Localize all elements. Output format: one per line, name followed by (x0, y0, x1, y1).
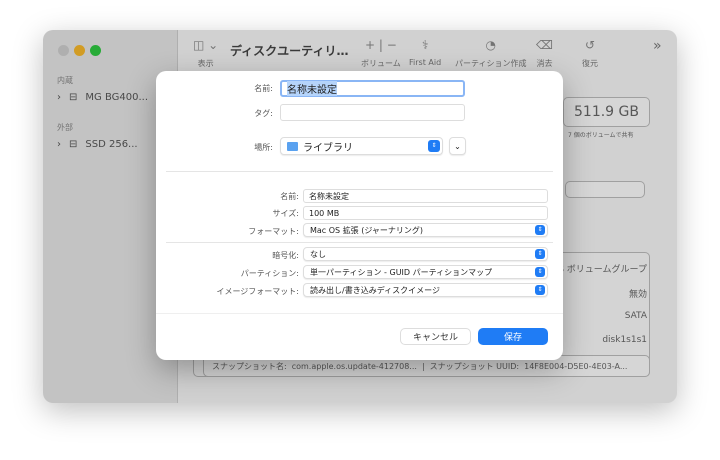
new-image-dialog: 名前: 名称未設定 タグ: 場所: ライブラリ ⇕ ⌄ 名前: 名称未設定 サイズ… (156, 71, 563, 360)
chevron-down-icon: ⌄ (454, 141, 461, 151)
name-input[interactable]: 名称未設定 (280, 80, 465, 97)
name-label: 名前: (254, 84, 273, 93)
where-popup[interactable]: ライブラリ ⇕ (280, 137, 443, 155)
name-value: 名称未設定 (287, 81, 337, 96)
stepper-icon: ⇕ (428, 140, 440, 152)
where-label: 場所: (254, 143, 273, 152)
format-value: Mac OS 拡張 (ジャーナリング) (310, 225, 424, 235)
encryption-label: 暗号化: (272, 251, 299, 260)
stepper-icon: ⇕ (535, 285, 545, 295)
encryption-value: なし (310, 249, 326, 259)
image-name-label: 名前: (280, 192, 299, 201)
where-value: ライブラリ (303, 142, 353, 154)
format-popup[interactable]: Mac OS 拡張 (ジャーナリング) ⇕ (303, 223, 548, 237)
expand-button[interactable]: ⌄ (449, 137, 466, 155)
encryption-popup[interactable]: なし ⇕ (303, 247, 548, 261)
divider (166, 171, 553, 172)
tag-input[interactable] (280, 104, 465, 121)
size-label: サイズ: (272, 209, 299, 218)
partition-value: 単一パーティション - GUID パーティションマップ (310, 267, 493, 277)
cancel-button[interactable]: キャンセル (400, 328, 471, 345)
divider (166, 242, 553, 243)
image-format-popup[interactable]: 読み出し/書き込みディスクイメージ ⇕ (303, 283, 548, 297)
stepper-icon: ⇕ (535, 225, 545, 235)
format-label: フォーマット: (248, 227, 299, 236)
stepper-icon: ⇕ (535, 249, 545, 259)
partition-popup[interactable]: 単一パーティション - GUID パーティションマップ ⇕ (303, 265, 548, 279)
size-input[interactable]: 100 MB (303, 206, 548, 220)
tag-label: タグ: (254, 109, 273, 118)
save-button[interactable]: 保存 (478, 328, 548, 345)
image-format-value: 読み出し/書き込みディスクイメージ (310, 285, 440, 295)
stepper-icon: ⇕ (535, 267, 545, 277)
image-format-label: イメージフォーマット: (216, 287, 299, 296)
divider (156, 313, 563, 314)
image-name-input[interactable]: 名称未設定 (303, 189, 548, 203)
partition-label: パーティション: (240, 269, 299, 278)
folder-icon (287, 141, 298, 151)
